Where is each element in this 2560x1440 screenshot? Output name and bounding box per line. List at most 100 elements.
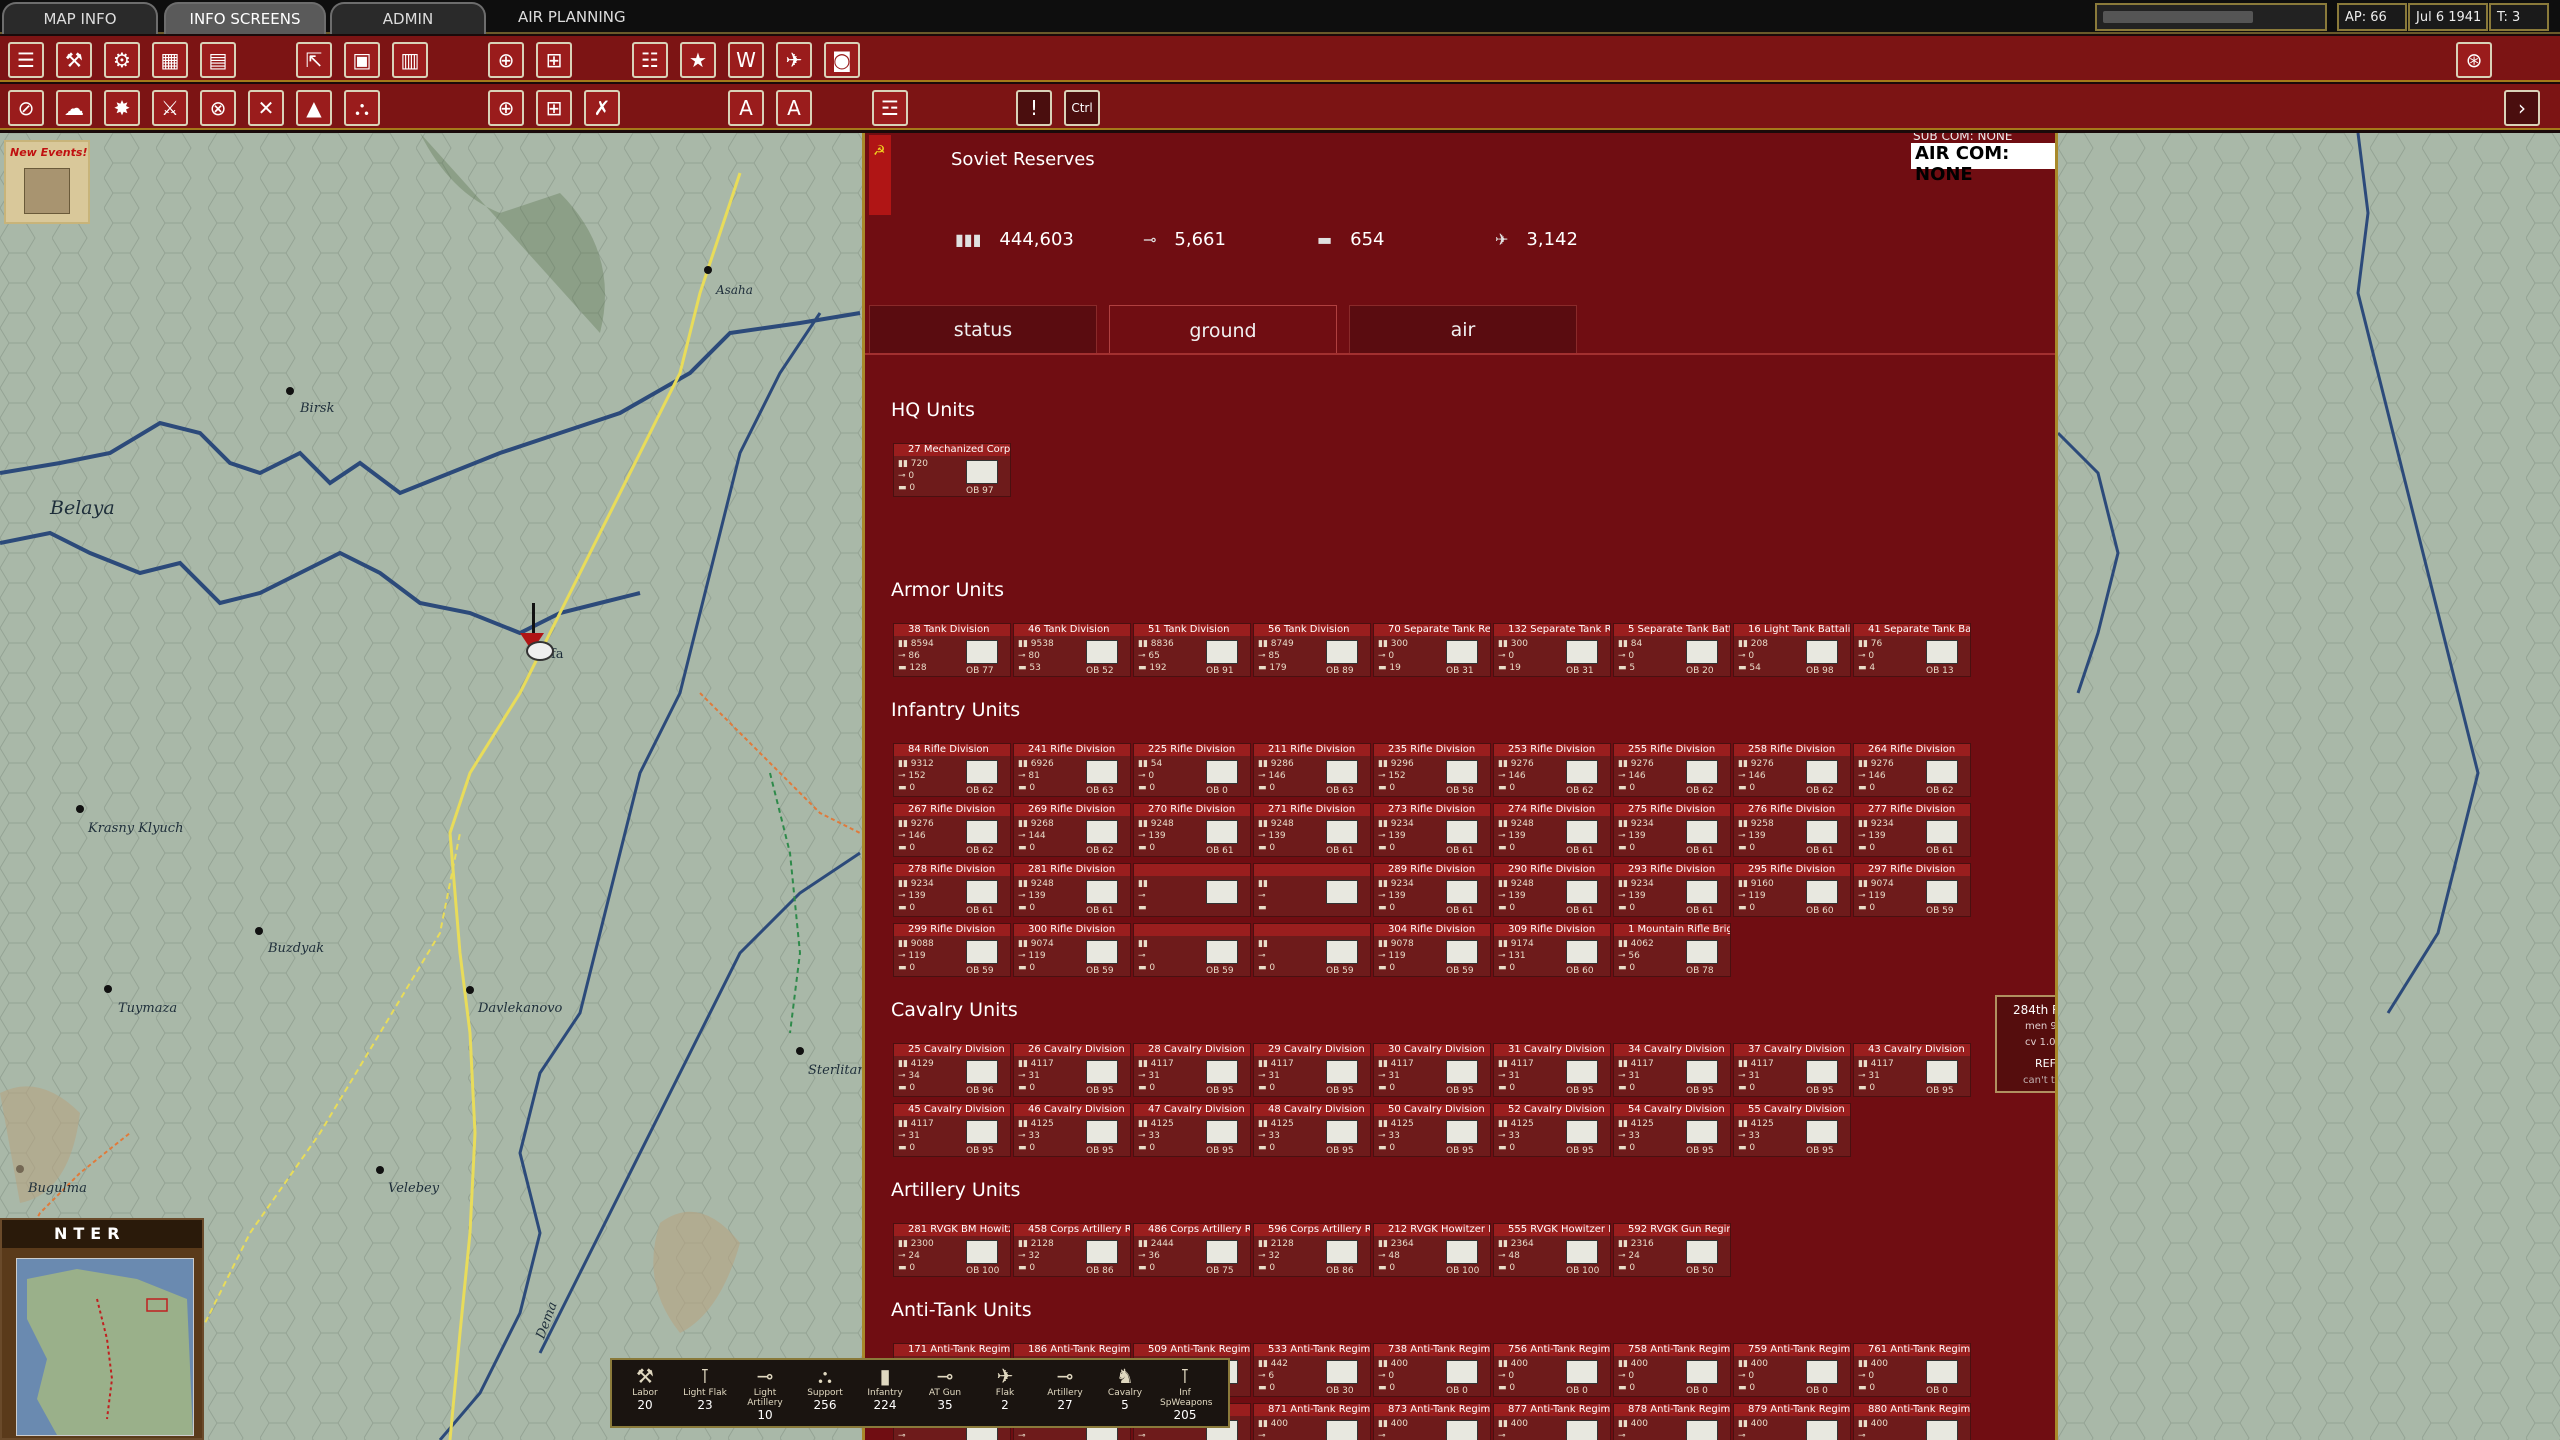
unit-block[interactable]: 241 Rifle Division ▮▮ 6926 ⊸ 81 ▬ 0 OB 63 bbox=[1013, 743, 1131, 797]
ai-button[interactable]: A bbox=[728, 90, 764, 126]
unit-block[interactable]: 275 Rifle Division ▮▮ 9234 ⊸ 139 ▬ 0 OB 61 bbox=[1613, 803, 1731, 857]
unit-block[interactable]: 270 Rifle Division ▮▮ 9248 ⊸ 139 ▬ 0 OB 61 bbox=[1133, 803, 1251, 857]
unit-block[interactable]: 47 Cavalry Division ▮▮ 4125 ⊸ 33 ▬ 0 OB 95 bbox=[1133, 1103, 1251, 1157]
unit-block[interactable]: 277 Rifle Division ▮▮ 9234 ⊸ 139 ▬ 0 OB 61 bbox=[1853, 803, 1971, 857]
unit-block[interactable]: 759 Anti-Tank Regiment ▮▮ 400⊸ 0▬ 0 OB 0 bbox=[1733, 1343, 1851, 1397]
unit-block[interactable]: 596 Corps Artillery Regi ▮▮ 2128⊸ 32▬ 0 OB… bbox=[1253, 1223, 1371, 1277]
unit-block[interactable]: 267 Rifle Division ▮▮ 9276 ⊸ 146 ▬ 0 OB 62 bbox=[893, 803, 1011, 857]
tab-map-info[interactable]: MAP INFO bbox=[2, 2, 158, 34]
chart-button[interactable]: ▦ bbox=[152, 42, 188, 78]
unit-block[interactable]: ▮▮ ⊸ ▬ 0 OB 59 bbox=[1253, 923, 1371, 977]
hq-edit-button[interactable]: ⊞ bbox=[536, 42, 572, 78]
unit-block[interactable]: 458 Corps Artillery Regi ▮▮ 2128⊸ 32▬ 0 OB… bbox=[1013, 1223, 1131, 1277]
unit-block[interactable]: ▮▮ ⊸ ▬ 0 OB 59 bbox=[1133, 923, 1251, 977]
unit-block[interactable]: 273 Rifle Division ▮▮ 9234 ⊸ 139 ▬ 0 OB 61 bbox=[1373, 803, 1491, 857]
unit-block[interactable]: 255 Rifle Division ▮▮ 9276 ⊸ 146 ▬ 0 OB 62 bbox=[1613, 743, 1731, 797]
unit-block[interactable]: 276 Rifle Division ▮▮ 9258 ⊸ 139 ▬ 0 OB 61 bbox=[1733, 803, 1851, 857]
unit-block[interactable]: 758 Anti-Tank Regiment ▮▮ 400⊸ 0▬ 0 OB 0 bbox=[1613, 1343, 1731, 1397]
unit-block[interactable]: 52 Cavalry Division ▮▮ 4125 ⊸ 33 ▬ 0 OB 95 bbox=[1493, 1103, 1611, 1157]
unit-block[interactable]: 555 RVGK Howitzer Regi ▮▮ 2364⊸ 48▬ 0 OB 1… bbox=[1493, 1223, 1611, 1277]
unit-block[interactable]: 31 Cavalry Division ▮▮ 4117 ⊸ 31 ▬ 0 OB 95 bbox=[1493, 1043, 1611, 1097]
unit-block[interactable]: 269 Rifle Division ▮▮ 9268 ⊸ 144 ▬ 0 OB 62 bbox=[1013, 803, 1131, 857]
transfer-button[interactable]: ⇱ bbox=[296, 42, 332, 78]
terrain-button[interactable]: ▲ bbox=[296, 90, 332, 126]
unit-block[interactable]: 304 Rifle Division ▮▮ 9078 ⊸ 119 ▬ 0 OB 59 bbox=[1373, 923, 1491, 977]
game-map-right[interactable] bbox=[2058, 133, 2560, 1440]
hq-add-button[interactable]: ⊕ bbox=[488, 42, 524, 78]
unit-block[interactable]: 290 Rifle Division ▮▮ 9248 ⊸ 139 ▬ 0 OB 61 bbox=[1493, 863, 1611, 917]
unit-block[interactable]: 300 Rifle Division ▮▮ 9074 ⊸ 119 ▬ 0 OB 59 bbox=[1013, 923, 1131, 977]
tab-status[interactable]: status bbox=[869, 305, 1097, 355]
filter-button[interactable]: ⊘ bbox=[8, 90, 44, 126]
unit-block[interactable]: 879 Anti-Tank Regiment ▮▮ 400⊸ ▬ bbox=[1733, 1403, 1851, 1440]
unit-block[interactable]: 592 RVGK Gun Regimen ▮▮ 2316⊸ 24▬ 0 OB 50 bbox=[1613, 1223, 1731, 1277]
ctrl-button[interactable]: Ctrl bbox=[1064, 90, 1100, 126]
unit-list-button[interactable]: ☰ bbox=[8, 42, 44, 78]
unit-block[interactable]: 761 Anti-Tank Regiment ▮▮ 400⊸ 0▬ 0 OB 0 bbox=[1853, 1343, 1971, 1397]
tab-info-screens[interactable]: INFO SCREENS bbox=[164, 2, 326, 34]
unit-block[interactable]: 212 RVGK Howitzer Regi ▮▮ 2364⊸ 48▬ 0 OB 1… bbox=[1373, 1223, 1491, 1277]
unit-block[interactable]: 26 Cavalry Division ▮▮ 4117 ⊸ 31 ▬ 0 OB 95 bbox=[1013, 1043, 1131, 1097]
new-events-button[interactable]: New Events! bbox=[4, 140, 90, 224]
hq-reassign-button[interactable]: ⊕ bbox=[488, 90, 524, 126]
victory-button[interactable]: ★ bbox=[680, 42, 716, 78]
unit-block[interactable]: 38 Tank Division ▮▮ 8594 ⊸ 86 ▬ 128 OB 77 bbox=[893, 623, 1011, 677]
report-button[interactable]: ▤ bbox=[200, 42, 236, 78]
camera-button[interactable]: ◙ bbox=[824, 42, 860, 78]
unit-block[interactable]: 258 Rifle Division ▮▮ 9276 ⊸ 146 ▬ 0 OB 62 bbox=[1733, 743, 1851, 797]
tab-air[interactable]: air bbox=[1349, 305, 1577, 355]
unit-block[interactable]: ▮▮ ⊸ ▬ bbox=[1133, 863, 1251, 917]
ai-air-button[interactable]: A bbox=[776, 90, 812, 126]
unit-block[interactable]: 873 Anti-Tank Regiment ▮▮ 400⊸ ▬ bbox=[1373, 1403, 1491, 1440]
minimap[interactable]: NTER bbox=[0, 1218, 204, 1440]
unit-block[interactable]: 1 Mountain Rifle Brigade ▮▮ 4062⊸ 56▬ 0 OB… bbox=[1613, 923, 1731, 977]
hq-list-button[interactable]: ⊞ bbox=[536, 90, 572, 126]
unit-block[interactable]: 486 Corps Artillery Regi ▮▮ 2444⊸ 36▬ 0 OB… bbox=[1133, 1223, 1251, 1277]
unit-block[interactable]: 84 Rifle Division ▮▮ 9312 ⊸ 152 ▬ 0 OB 62 bbox=[893, 743, 1011, 797]
air-planning-menu[interactable]: AIR PLANNING bbox=[518, 8, 626, 26]
unit-block[interactable]: 29 Cavalry Division ▮▮ 4117 ⊸ 31 ▬ 0 OB 95 bbox=[1253, 1043, 1371, 1097]
commanders-button[interactable]: ☷ bbox=[632, 42, 668, 78]
minimap-image[interactable] bbox=[16, 1258, 194, 1436]
explosion-button[interactable]: ✸ bbox=[104, 90, 140, 126]
unit-block[interactable]: 25 Cavalry Division ▮▮ 4129 ⊸ 34 ▬ 0 OB 96 bbox=[893, 1043, 1011, 1097]
unit-block[interactable]: ▮▮ ⊸ ▬ bbox=[1253, 863, 1371, 917]
unit-block[interactable]: 225 Rifle Division ▮▮ 54 ⊸ 0 ▬ 0 OB 0 bbox=[1133, 743, 1251, 797]
unit-block[interactable]: 28 Cavalry Division ▮▮ 4117 ⊸ 31 ▬ 0 OB 95 bbox=[1133, 1043, 1251, 1097]
unit-block[interactable]: 871 Anti-Tank Regiment ▮▮ 400⊸ ▬ bbox=[1253, 1403, 1371, 1440]
unit-block[interactable]: 756 Anti-Tank Regiment ▮▮ 400⊸ 0▬ 0 OB 0 bbox=[1493, 1343, 1611, 1397]
unit-counter-ufa[interactable] bbox=[512, 603, 560, 661]
unit-block[interactable]: 46 Cavalry Division ▮▮ 4125 ⊸ 33 ▬ 0 OB 95 bbox=[1013, 1103, 1131, 1157]
unit-block[interactable]: 877 Anti-Tank Regiment ▮▮ 400⊸ ▬ bbox=[1493, 1403, 1611, 1440]
clipboard-button[interactable]: ▥ bbox=[392, 42, 428, 78]
rail-button[interactable]: ⛬ bbox=[344, 90, 380, 126]
next-button[interactable]: › bbox=[2504, 90, 2540, 126]
tab-ground[interactable]: ground bbox=[1109, 305, 1337, 355]
unit-block[interactable]: 55 Cavalry Division ▮▮ 4125 ⊸ 33 ▬ 0 OB 95 bbox=[1733, 1103, 1851, 1157]
unit-block[interactable]: 41 Separate Tank Batta ▮▮ 76⊸ 0▬ 4 OB 13 bbox=[1853, 623, 1971, 677]
weather-button[interactable]: ☁ bbox=[56, 90, 92, 126]
unit-block[interactable]: 253 Rifle Division ▮▮ 9276 ⊸ 146 ▬ 0 OB 62 bbox=[1493, 743, 1611, 797]
settings-button[interactable]: ⚙ bbox=[104, 42, 140, 78]
unit-block[interactable]: 37 Cavalry Division ▮▮ 4117 ⊸ 31 ▬ 0 OB 95 bbox=[1733, 1043, 1851, 1097]
unit-block[interactable]: 30 Cavalry Division ▮▮ 4117 ⊸ 31 ▬ 0 OB 95 bbox=[1373, 1043, 1491, 1097]
unit-block[interactable]: 274 Rifle Division ▮▮ 9248 ⊸ 139 ▬ 0 OB 61 bbox=[1493, 803, 1611, 857]
unit-block[interactable]: 295 Rifle Division ▮▮ 9160 ⊸ 119 ▬ 0 OB 60 bbox=[1733, 863, 1851, 917]
unit-block[interactable]: 299 Rifle Division ▮▮ 9088 ⊸ 119 ▬ 0 OB 59 bbox=[893, 923, 1011, 977]
unit-block[interactable]: 271 Rifle Division ▮▮ 9248 ⊸ 139 ▬ 0 OB 61 bbox=[1253, 803, 1371, 857]
unit-block[interactable]: 48 Cavalry Division ▮▮ 4125 ⊸ 33 ▬ 0 OB 95 bbox=[1253, 1103, 1371, 1157]
unit-block[interactable]: 45 Cavalry Division ▮▮ 4117 ⊸ 31 ▬ 0 OB 95 bbox=[893, 1103, 1011, 1157]
unit-block[interactable]: 297 Rifle Division ▮▮ 9074 ⊸ 119 ▬ 0 OB 59 bbox=[1853, 863, 1971, 917]
unit-block[interactable]: 5 Separate Tank Battali ▮▮ 84⊸ 0▬ 5 OB 20 bbox=[1613, 623, 1731, 677]
unit-block[interactable]: 289 Rifle Division ▮▮ 9234 ⊸ 139 ▬ 0 OB 61 bbox=[1373, 863, 1491, 917]
unit-block[interactable]: 880 Anti-Tank Regiment ▮▮ 400⊸ ▬ bbox=[1853, 1403, 1971, 1440]
unit-block[interactable]: 533 Anti-Tank Regiment ▮▮ 442⊸ 6▬ 0 OB 30 bbox=[1253, 1343, 1371, 1397]
unit-block[interactable]: 56 Tank Division ▮▮ 8749 ⊸ 85 ▬ 179 OB 89 bbox=[1253, 623, 1371, 677]
unit-block[interactable]: 211 Rifle Division ▮▮ 9286 ⊸ 146 ▬ 0 OB 63 bbox=[1253, 743, 1371, 797]
unit-block[interactable]: 132 Separate Tank Regi ▮▮ 300⊸ 0▬ 19 OB 31 bbox=[1493, 623, 1611, 677]
production-button[interactable]: ⚒ bbox=[56, 42, 92, 78]
unit-block[interactable]: 27 Mechanized Corps ▮▮ 720 ⊸ 0 ▬ 0 OB 97 bbox=[893, 443, 1011, 497]
war-button[interactable]: W bbox=[728, 42, 764, 78]
fortify-button[interactable]: ✕ bbox=[248, 90, 284, 126]
logistics-button[interactable]: ☲ bbox=[872, 90, 908, 126]
